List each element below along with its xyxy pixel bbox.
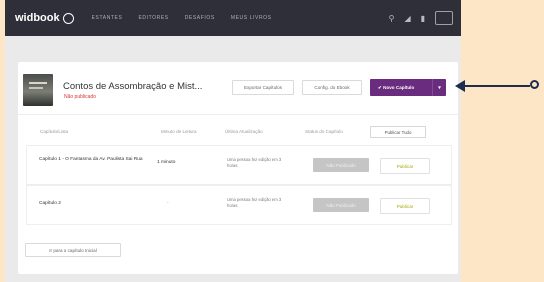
top-navbar: widbook ESTANTES EDITORES DESAFIOS MEUS …	[5, 0, 461, 36]
ebook-config-button[interactable]: Config. do Ebook	[302, 80, 362, 95]
nav-item-meus-livros[interactable]: MEUS LIVROS	[231, 15, 272, 21]
top-icon-group: ⚲ ◢ ▮	[389, 0, 453, 36]
logo-icon	[62, 12, 74, 24]
nav-item-desafios[interactable]: DESAFIOS	[185, 15, 215, 21]
column-header-updated: Última Atualização	[225, 129, 263, 134]
brand-logo[interactable]: widbook	[15, 12, 74, 24]
table-row[interactable]: Capítulo 2 - Uma pessoa fez edição em 3 …	[26, 185, 452, 225]
pointer-arrow-tail-circle	[530, 80, 539, 89]
book-cover-image[interactable]	[23, 74, 53, 106]
nav-item-editores[interactable]: EDITORES	[138, 15, 168, 21]
last-update: Uma pessoa fez edição em 3 horas	[227, 197, 282, 208]
notification-icon[interactable]: ▮	[421, 14, 425, 23]
publish-all-tab[interactable]: Publicar Tudo	[370, 126, 426, 138]
table-row[interactable]: Capítulo 1 - O Fantasma da Av. Paulista …	[26, 145, 452, 185]
chapter-status-button[interactable]: Não Publicado	[313, 198, 369, 212]
publish-button[interactable]: Publicar	[380, 158, 430, 174]
publish-status-text: Não publicado	[64, 94, 96, 100]
new-chapter-label: ✔ Novo Capítulo	[378, 84, 415, 90]
go-to-first-chapter-button[interactable]: Ir para o capítulo Inicial	[25, 243, 121, 257]
read-time: -	[167, 201, 169, 206]
brand-name: widbook	[15, 12, 60, 24]
chapter-status-button[interactable]: Não Publicado	[313, 158, 369, 172]
column-header-chapter: Capítulo/Lista	[40, 129, 69, 134]
book-title: Contos de Assombração e Mist...	[63, 81, 203, 92]
nav-item-estantes[interactable]: ESTANTES	[92, 15, 123, 21]
export-chapters-button[interactable]: Exportar Capítulos	[232, 80, 294, 95]
avatar[interactable]	[435, 11, 453, 25]
pointer-arrow-line	[463, 85, 530, 87]
book-header: Contos de Assombração e Mist... Não publ…	[18, 62, 458, 115]
stats-icon[interactable]: ◢	[404, 14, 410, 23]
book-panel: Contos de Assombração e Mist... Não publ…	[18, 62, 458, 274]
publish-button[interactable]: Publicar	[380, 198, 430, 214]
new-chapter-button[interactable]: ✔ Novo Capítulo ▾	[370, 79, 446, 96]
main-nav: ESTANTES EDITORES DESAFIOS MEUS LIVROS	[92, 15, 272, 21]
chapter-title[interactable]: Capítulo 2	[39, 201, 61, 206]
last-update: Uma pessoa fez edição em 3 horas	[227, 157, 282, 168]
column-header-read-time: Minuto de Leitura	[161, 129, 197, 134]
column-header-status: Status do Capítulo	[305, 129, 343, 134]
chapter-title[interactable]: Capítulo 1 - O Fantasma da Av. Paulista …	[39, 157, 149, 163]
read-time: 1 minuto	[157, 160, 176, 165]
chevron-down-icon[interactable]: ▾	[432, 79, 446, 96]
search-icon[interactable]: ⚲	[389, 14, 395, 23]
app-window: widbook ESTANTES EDITORES DESAFIOS MEUS …	[5, 0, 461, 282]
